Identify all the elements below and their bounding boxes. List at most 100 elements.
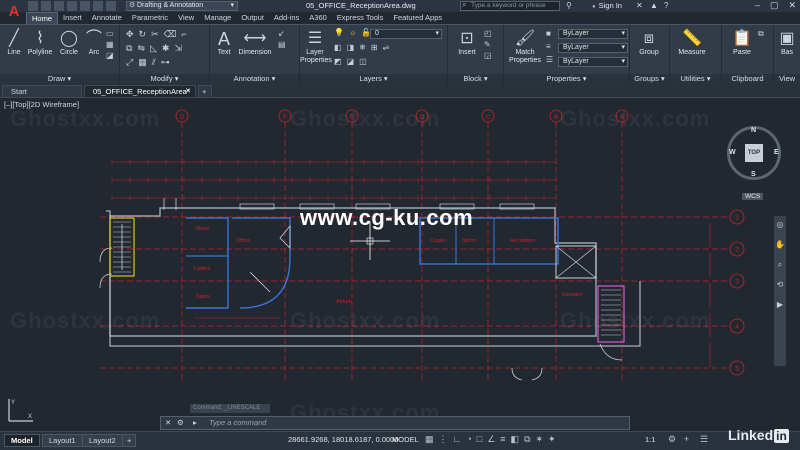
model-space-toggle[interactable]: MODEL [392, 435, 419, 444]
command-input[interactable]: Type a command [209, 418, 266, 427]
snap-icon[interactable]: ⋮ [439, 434, 448, 445]
erase-icon[interactable]: ⌫ [164, 29, 177, 40]
layer-match-icon[interactable]: ⇌ [383, 43, 390, 52]
text-tool[interactable]: A Text [214, 29, 234, 57]
maximize-icon[interactable]: ▢ [770, 0, 779, 11]
dimension-tool[interactable]: ⟷ Dimension [236, 29, 274, 57]
exchange-icon[interactable]: ✕ [636, 1, 643, 10]
layer-lock-icon[interactable]: ⊞ [371, 43, 378, 52]
scale-icon[interactable]: ⤢ [126, 57, 133, 68]
viewcube[interactable]: N S W E TOP [727, 126, 781, 180]
ortho-icon[interactable]: ∟ [453, 434, 462, 445]
arc-tool[interactable]: ⌒ Arc [84, 29, 104, 57]
stretch-icon[interactable]: ⇲ [174, 43, 182, 54]
annotation-visibility-icon[interactable]: ✶ [536, 434, 544, 445]
rotate-icon[interactable]: ↻ [139, 29, 147, 40]
file-tab-start[interactable]: Start [2, 85, 82, 98]
transparency-icon[interactable]: ◧ [511, 434, 520, 445]
ribbon-tab-insert[interactable]: Insert [58, 12, 87, 24]
polyline-tool[interactable]: ⌇ Polyline [25, 29, 55, 57]
selection-cycling-icon[interactable]: ⧉ [524, 434, 530, 445]
ribbon-tab-home[interactable]: Home [26, 12, 59, 24]
rectangle-icon[interactable]: ▭ [106, 29, 114, 38]
explode-icon[interactable]: ✱ [162, 43, 170, 54]
mirror-icon[interactable]: ⇋ [137, 43, 145, 54]
clipboard-panel-label[interactable]: Clipboard [722, 74, 773, 84]
base-tool[interactable]: ▣ Bas [776, 29, 798, 57]
measure-tool[interactable]: 📏 Measure [674, 29, 710, 57]
match-properties-tool[interactable]: 🖌 Match Properties [508, 29, 542, 65]
color-dropdown[interactable]: ByLayer [558, 29, 628, 39]
ribbon-tab-manage[interactable]: Manage [199, 12, 236, 24]
create-block-icon[interactable]: ◰ [484, 29, 492, 38]
join-icon[interactable]: ⊶ [161, 57, 170, 68]
trim-icon[interactable]: ✂ [151, 29, 159, 40]
draw-panel-label[interactable]: Draw ▾ [0, 74, 119, 84]
utilities-panel-label[interactable]: Utilities ▾ [670, 74, 721, 84]
autoscale-icon[interactable]: ✦ [548, 434, 556, 445]
minimize-icon[interactable]: – [755, 0, 760, 11]
wcs-menu[interactable]: WCS [742, 193, 764, 200]
layout-tab-model[interactable]: Model [4, 434, 40, 447]
ribbon-tab-view[interactable]: View [173, 12, 199, 24]
close-tab-icon[interactable]: ✕ [185, 86, 191, 98]
orbit-icon[interactable]: ⟲ [774, 280, 786, 296]
annotation-scale[interactable]: 1:1 [645, 435, 655, 444]
file-tab-reception-area[interactable]: 05_OFFICE_ReceptionArea* ✕ [84, 85, 196, 98]
help-icon[interactable]: ? [664, 1, 668, 10]
paste-tool[interactable]: 📋 Paste [728, 29, 756, 57]
layer-current-icon[interactable]: ◩ [334, 57, 342, 66]
save-as-icon[interactable] [67, 1, 77, 11]
workspace-dropdown[interactable]: Drafting & Annotation [126, 1, 238, 11]
layout-tab-layout1[interactable]: Layout1 [42, 434, 83, 447]
showmotion-icon[interactable]: ▶ [774, 300, 786, 316]
plot-icon[interactable] [80, 1, 90, 11]
layer-walk-icon[interactable]: ◫ [359, 57, 367, 66]
layer-isolate-icon[interactable]: ◨ [347, 43, 355, 52]
ribbon-tab-output[interactable]: Output [236, 12, 269, 24]
ribbon-tab-featured-apps[interactable]: Featured Apps [388, 12, 447, 24]
copy-clip-icon[interactable]: ⧉ [758, 29, 764, 39]
layer-dropdown[interactable]: 0 [370, 29, 442, 39]
groups-panel-label[interactable]: Groups ▾ [630, 74, 669, 84]
otrack-icon[interactable]: ∠ [487, 434, 495, 445]
sun-icon[interactable]: ☼ [349, 28, 356, 37]
view-panel-label[interactable]: View [774, 74, 800, 84]
leader-icon[interactable]: ↙ [278, 29, 286, 38]
ribbon-tab-parametric[interactable]: Parametric [127, 12, 173, 24]
open-icon[interactable] [41, 1, 51, 11]
application-menu-icon[interactable]: A [2, 0, 26, 24]
ribbon-tab-express-tools[interactable]: Express Tools [332, 12, 389, 24]
layout-tab-layout2[interactable]: Layout2 [82, 434, 123, 447]
annotation-monitor-icon[interactable]: + [684, 434, 689, 444]
table-icon[interactable]: ▤ [278, 40, 286, 49]
properties-panel-label[interactable]: Properties ▾ [504, 74, 629, 84]
annotation-panel-label[interactable]: Annotation ▾ [210, 74, 299, 84]
viewcube-top-face[interactable]: TOP [745, 144, 763, 162]
lightbulb-icon[interactable]: 💡 [334, 28, 344, 37]
redo-icon[interactable] [106, 1, 116, 11]
customization-icon[interactable]: ☰ [700, 434, 708, 445]
copy-icon[interactable]: ⧉ [126, 43, 132, 54]
ribbon-tab-a360[interactable]: A360 [304, 12, 332, 24]
line-tool[interactable]: ╱ Line [4, 29, 24, 57]
move-icon[interactable]: ✥ [126, 29, 134, 40]
workspace-switch-icon[interactable]: ⚙ [668, 434, 676, 445]
circle-tool[interactable]: ◯ Circle [58, 29, 80, 57]
ribbon-tab-add-ins[interactable]: Add-ins [269, 12, 304, 24]
binoculars-icon[interactable]: ⚲ [566, 1, 572, 10]
layers-panel-label[interactable]: Layers ▾ [300, 74, 447, 84]
drawing-canvas[interactable]: [–][Top][2D Wireframe] G F E D C B A 1 2 3 4 5 Mens O… [0, 98, 800, 431]
layer-freeze-icon[interactable]: ❄ [359, 43, 366, 52]
chamfer-icon[interactable]: ◺ [150, 43, 157, 54]
group-tool[interactable]: ⧈ Group [634, 29, 664, 57]
grid-icon[interactable]: ▦ [425, 434, 434, 445]
block-panel-label[interactable]: Block ▾ [448, 74, 503, 84]
sign-in-button[interactable]: Sign In [592, 1, 622, 10]
fillet-icon[interactable]: ⌐ [181, 29, 186, 40]
customize-icon[interactable]: ⚙ [177, 418, 184, 427]
region-icon[interactable]: ◪ [106, 51, 114, 60]
recent-commands-icon[interactable]: ▸ [193, 418, 197, 427]
layer-copy-icon[interactable]: ◪ [347, 57, 355, 66]
osnap-icon[interactable]: □ [477, 434, 482, 445]
